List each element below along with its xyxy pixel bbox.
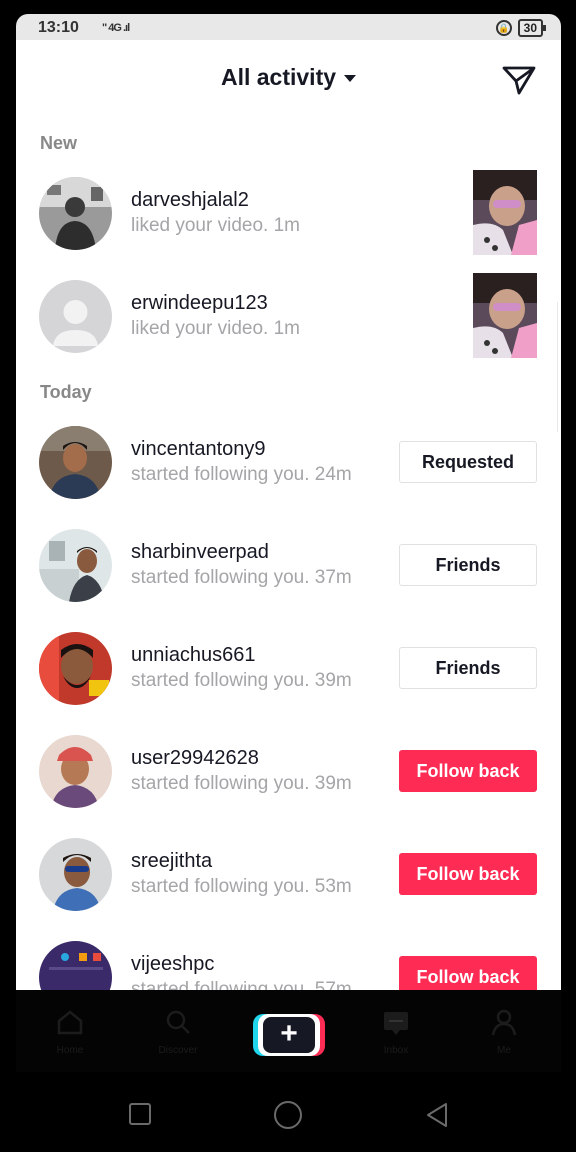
- username[interactable]: darveshjalal2: [131, 189, 249, 212]
- video-thumbnail[interactable]: [473, 170, 537, 255]
- create-button[interactable]: +: [258, 1014, 320, 1056]
- nav-inbox-label: Inbox: [383, 1045, 409, 1056]
- username[interactable]: erwindeepu123: [131, 292, 268, 315]
- friends-button[interactable]: Friends: [399, 647, 537, 689]
- nav-home-label: Home: [56, 1045, 84, 1056]
- activity-text: liked your video. 1m: [131, 318, 300, 339]
- video-thumbnail[interactable]: [473, 273, 537, 358]
- default-avatar[interactable]: [39, 280, 112, 353]
- direct-message-icon[interactable]: [501, 64, 537, 96]
- activity-text: started following you. 53m: [131, 876, 352, 897]
- home-button-icon[interactable]: [273, 1100, 303, 1130]
- page-title: All activity: [220, 64, 337, 90]
- home-icon: [57, 1010, 83, 1035]
- notification-row[interactable]: unniachus661 started following you. 39m …: [16, 632, 561, 728]
- chevron-down-icon: [344, 75, 357, 83]
- username[interactable]: unniachus661: [131, 644, 256, 667]
- username[interactable]: user29942628: [131, 747, 259, 770]
- avatar[interactable]: [39, 838, 112, 911]
- nav-home[interactable]: Home: [40, 1008, 100, 1056]
- notification-row[interactable]: sreejithta started following you. 53m Fo…: [16, 838, 561, 934]
- follow-back-button[interactable]: Follow back: [399, 853, 537, 895]
- nav-discover-label: Discover: [158, 1045, 198, 1056]
- profile-icon: [491, 1009, 517, 1036]
- activity-text: started following you. 39m: [131, 773, 352, 794]
- username[interactable]: sreejithta: [131, 850, 212, 873]
- follow-back-button[interactable]: Follow back: [399, 750, 537, 792]
- avatar[interactable]: [39, 735, 112, 808]
- avatar[interactable]: [39, 941, 112, 990]
- notification-row[interactable]: darveshjalal2 liked your video. 1m: [16, 170, 561, 273]
- system-nav-bar: [0, 1072, 576, 1152]
- avatar[interactable]: [39, 426, 112, 499]
- plus-icon: +: [263, 1017, 315, 1053]
- status-right: 🔒 30: [495, 19, 547, 37]
- username[interactable]: vincentantony9: [131, 438, 266, 461]
- avatar[interactable]: [39, 177, 112, 250]
- back-icon[interactable]: [424, 1102, 450, 1128]
- nav-me[interactable]: Me: [474, 1008, 534, 1056]
- notification-row[interactable]: erwindeepu123 liked your video. 1m: [16, 273, 561, 376]
- notification-row[interactable]: sharbinveerpad started following you. 37…: [16, 529, 561, 625]
- scrollbar[interactable]: [557, 302, 561, 432]
- requested-button[interactable]: Requested: [399, 441, 537, 483]
- activity-text: started following you. 57m: [131, 979, 352, 990]
- activity-screen: All activity New darveshjalal2 liked you…: [16, 40, 561, 990]
- inbox-icon: [384, 1012, 408, 1035]
- activity-text: started following you. 39m: [131, 670, 352, 691]
- activity-text: liked your video. 1m: [131, 215, 300, 236]
- notification-row[interactable]: vijeeshpc started following you. 57m Fol…: [16, 941, 561, 990]
- status-time: 13:10: [38, 19, 79, 36]
- nav-me-label: Me: [497, 1045, 511, 1056]
- activity-text: started following you. 37m: [131, 567, 352, 588]
- recent-apps-icon[interactable]: [128, 1102, 152, 1126]
- notification-row[interactable]: vincentantony9 started following you. 24…: [16, 426, 561, 522]
- avatar[interactable]: [39, 632, 112, 705]
- section-today: Today: [40, 382, 92, 402]
- username[interactable]: vijeeshpc: [131, 953, 214, 976]
- rotation-lock-icon: 🔒: [495, 20, 512, 36]
- friends-button[interactable]: Friends: [399, 544, 537, 586]
- nav-discover[interactable]: Discover: [148, 1008, 208, 1056]
- notification-row[interactable]: user29942628 started following you. 39m …: [16, 735, 561, 831]
- avatar[interactable]: [39, 529, 112, 602]
- nav-inbox[interactable]: Inbox: [366, 1008, 426, 1056]
- search-icon: [166, 1010, 190, 1034]
- section-new: New: [40, 133, 78, 153]
- signal-icon: " 4G .ıl: [102, 22, 130, 34]
- activity-text: started following you. 24m: [131, 464, 352, 485]
- follow-back-button[interactable]: Follow back: [399, 956, 537, 990]
- bottom-nav: Home Discover + Inbox Me: [16, 990, 561, 1072]
- activity-filter-dropdown[interactable]: All activity: [16, 64, 561, 91]
- battery-icon: 30: [517, 19, 547, 37]
- username[interactable]: sharbinveerpad: [131, 541, 269, 564]
